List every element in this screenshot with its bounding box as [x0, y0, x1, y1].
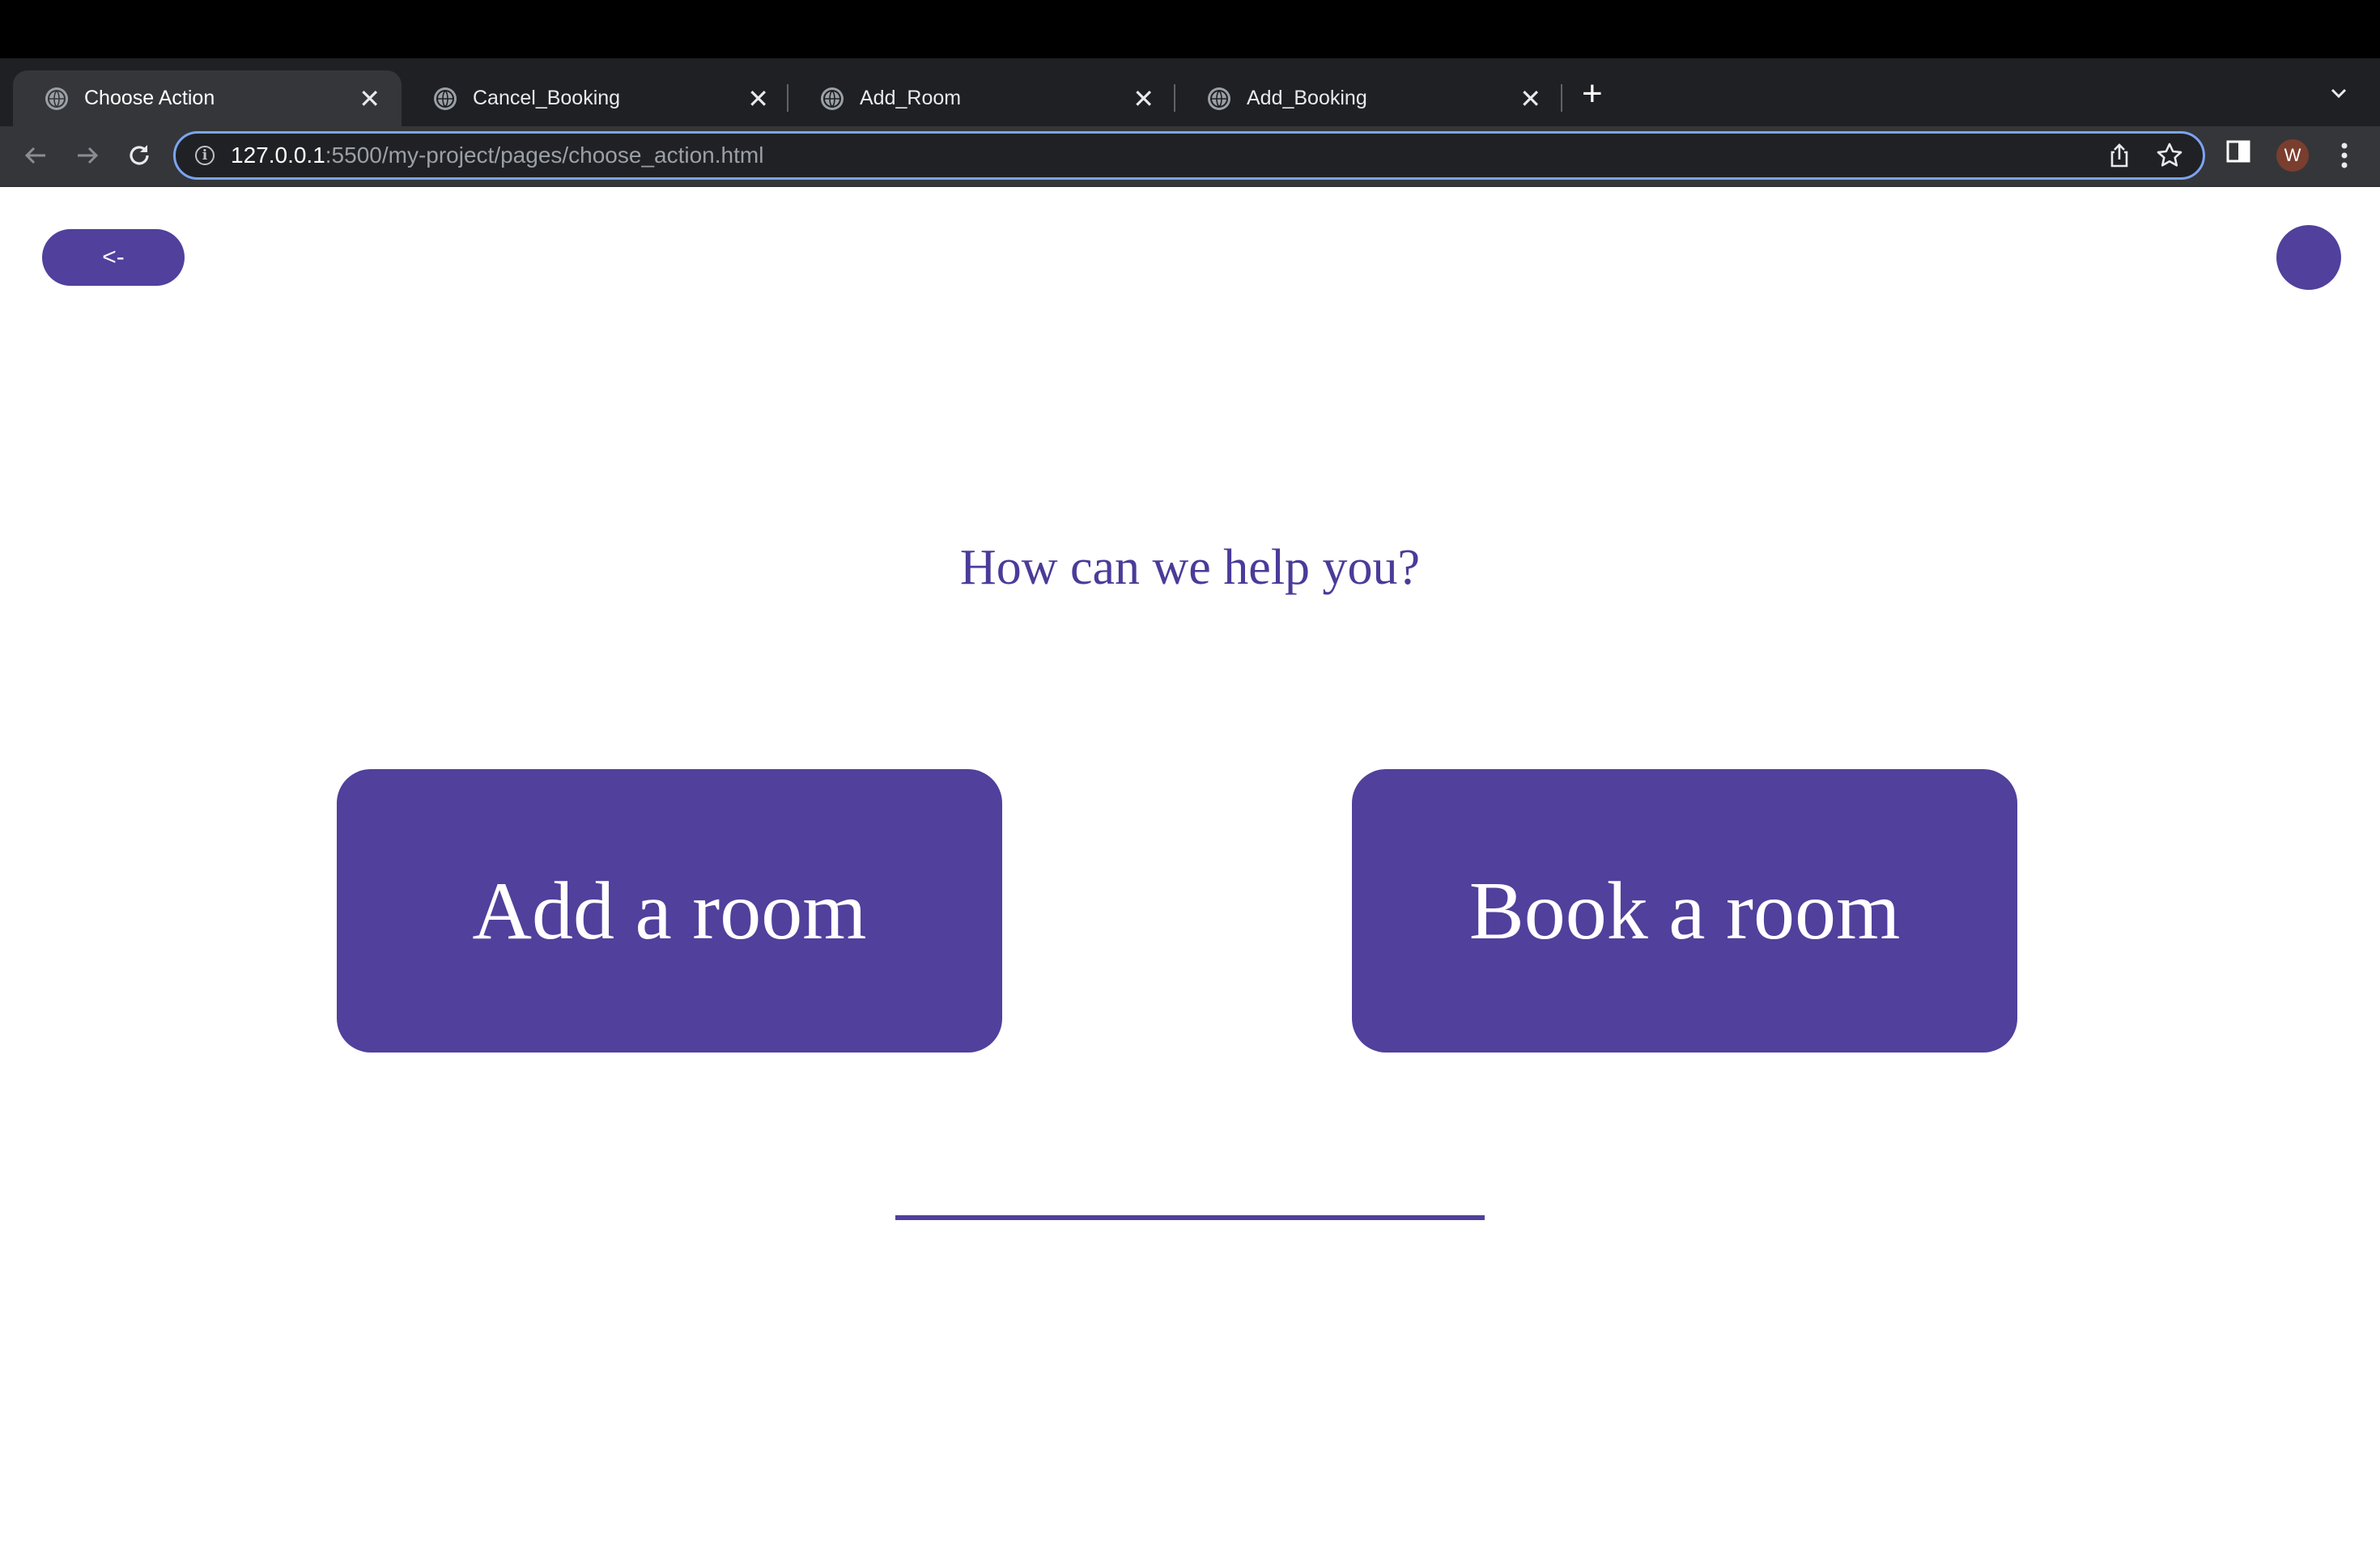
- profile-avatar[interactable]: W: [2276, 139, 2309, 172]
- tab-separator: [1561, 84, 1562, 112]
- chevron-down-icon[interactable]: [2328, 83, 2349, 108]
- profile-button[interactable]: [2276, 225, 2341, 290]
- close-icon[interactable]: ✕: [1133, 86, 1154, 112]
- url-text: 127.0.0.1:5500/my-project/pages/choose_a…: [231, 142, 763, 168]
- avatar: W: [2276, 139, 2309, 172]
- globe-icon: [1208, 87, 1230, 110]
- back-arrow-icon[interactable]: [19, 139, 52, 172]
- reload-icon[interactable]: [123, 139, 155, 172]
- tab-label: Add_Booking: [1247, 87, 1367, 109]
- tab-label: Choose Action: [84, 87, 215, 109]
- plus-icon[interactable]: +: [1582, 76, 1603, 112]
- tab-label: Add_Room: [860, 87, 962, 109]
- kebab-menu-icon[interactable]: [2331, 141, 2357, 170]
- address-bar-actions: [2106, 142, 2183, 173]
- url-path: :5500/my-project/pages/choose_action.htm…: [325, 142, 764, 168]
- star-icon[interactable]: [2156, 142, 2183, 173]
- tab-label: Cancel_Booking: [473, 87, 621, 109]
- window-top-bar: [0, 0, 2380, 58]
- page-heading: How can we help you?: [959, 540, 1421, 595]
- tab-cancel-booking[interactable]: Cancel_Booking ✕: [402, 70, 790, 126]
- tab-add-booking[interactable]: Add_Booking ✕: [1175, 70, 1562, 126]
- info-icon[interactable]: i: [195, 146, 215, 165]
- close-icon[interactable]: ✕: [359, 86, 380, 112]
- browser-toolbar: i 127.0.0.1:5500/my-project/pages/choose…: [0, 126, 2380, 187]
- close-icon[interactable]: ✕: [747, 86, 769, 112]
- close-icon[interactable]: ✕: [1519, 86, 1541, 112]
- back-button[interactable]: <-: [42, 229, 185, 286]
- url-host: 127.0.0.1: [231, 142, 325, 168]
- globe-icon: [45, 87, 68, 110]
- tab-strip: Choose Action ✕ Cancel_Booking ✕ Add_Roo…: [0, 58, 2380, 126]
- tab-choose-action[interactable]: Choose Action ✕: [13, 70, 402, 126]
- side-panel-icon[interactable]: [2225, 138, 2252, 165]
- book-room-button[interactable]: Book a room: [1352, 769, 2017, 1053]
- divider: [895, 1215, 1485, 1220]
- share-icon[interactable]: [2106, 142, 2133, 173]
- tab-add-room[interactable]: Add_Room ✕: [788, 70, 1175, 126]
- forward-arrow-icon[interactable]: [71, 139, 104, 172]
- globe-icon: [821, 87, 844, 110]
- add-room-button[interactable]: Add a room: [337, 769, 1002, 1053]
- globe-icon: [434, 87, 457, 110]
- address-bar[interactable]: i 127.0.0.1:5500/my-project/pages/choose…: [173, 131, 2205, 180]
